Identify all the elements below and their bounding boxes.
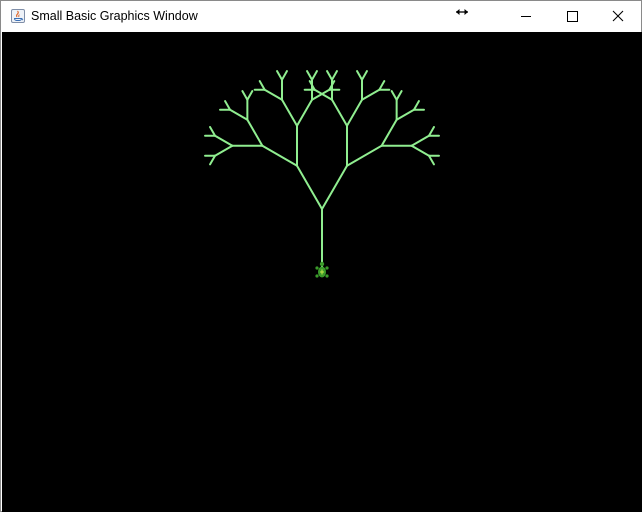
tree-branch <box>427 126 435 137</box>
graphics-window: Small Basic Graphics Window <box>0 0 642 512</box>
tree-branch <box>395 90 403 101</box>
fractal-tree-drawing <box>204 70 440 278</box>
tree-branch <box>246 118 264 147</box>
tree-branch <box>395 108 415 121</box>
tree-branch <box>229 108 249 121</box>
tree-branch <box>331 70 338 81</box>
tree-branch <box>331 98 348 127</box>
tree-branch <box>241 90 249 101</box>
window-title: Small Basic Graphics Window <box>31 9 198 23</box>
tree-branch <box>346 144 383 167</box>
tree-branch <box>263 88 283 101</box>
tree-branch <box>261 144 298 167</box>
tree-branch <box>361 88 381 101</box>
tree-branch <box>311 70 318 81</box>
maximize-icon <box>567 11 578 22</box>
tree-branch <box>321 164 348 210</box>
tree-branch <box>281 70 288 81</box>
tree-branch <box>313 88 333 101</box>
minimize-button[interactable] <box>503 1 549 31</box>
tree-branch <box>296 164 323 210</box>
tree-branch <box>390 90 398 101</box>
tree-branch <box>361 70 368 81</box>
tree-branch <box>214 134 234 147</box>
tree-branch <box>281 98 298 127</box>
tree-branch <box>209 126 217 137</box>
minimize-icon <box>521 16 531 17</box>
tree-branch <box>427 154 435 166</box>
tree-branch <box>410 134 430 147</box>
title-bar[interactable]: Small Basic Graphics Window <box>1 1 641 31</box>
tree-branch <box>258 80 266 91</box>
graphics-canvas[interactable] <box>2 32 642 512</box>
tree-branch <box>380 118 398 147</box>
tree-branch <box>224 100 232 111</box>
close-button[interactable] <box>595 1 641 31</box>
tree-branch <box>306 70 313 81</box>
tree-branch <box>356 70 363 81</box>
tree-branch <box>214 144 234 157</box>
tree-branch <box>209 154 217 166</box>
turtle-icon <box>315 261 329 278</box>
tree-branch <box>410 144 430 157</box>
fractal-tree <box>204 70 440 270</box>
tree-branch <box>311 88 331 101</box>
tree-branch <box>246 90 254 101</box>
maximize-button[interactable] <box>549 1 595 31</box>
tree-branch <box>346 98 363 127</box>
horizontal-resize-arrow-icon <box>453 5 471 19</box>
tree-branch <box>296 98 313 127</box>
java-app-icon <box>10 8 26 24</box>
tree-branch <box>326 70 333 81</box>
tree-branch <box>378 80 386 91</box>
close-icon <box>612 10 624 22</box>
tree-branch <box>276 70 283 81</box>
tree-branch <box>412 100 420 111</box>
